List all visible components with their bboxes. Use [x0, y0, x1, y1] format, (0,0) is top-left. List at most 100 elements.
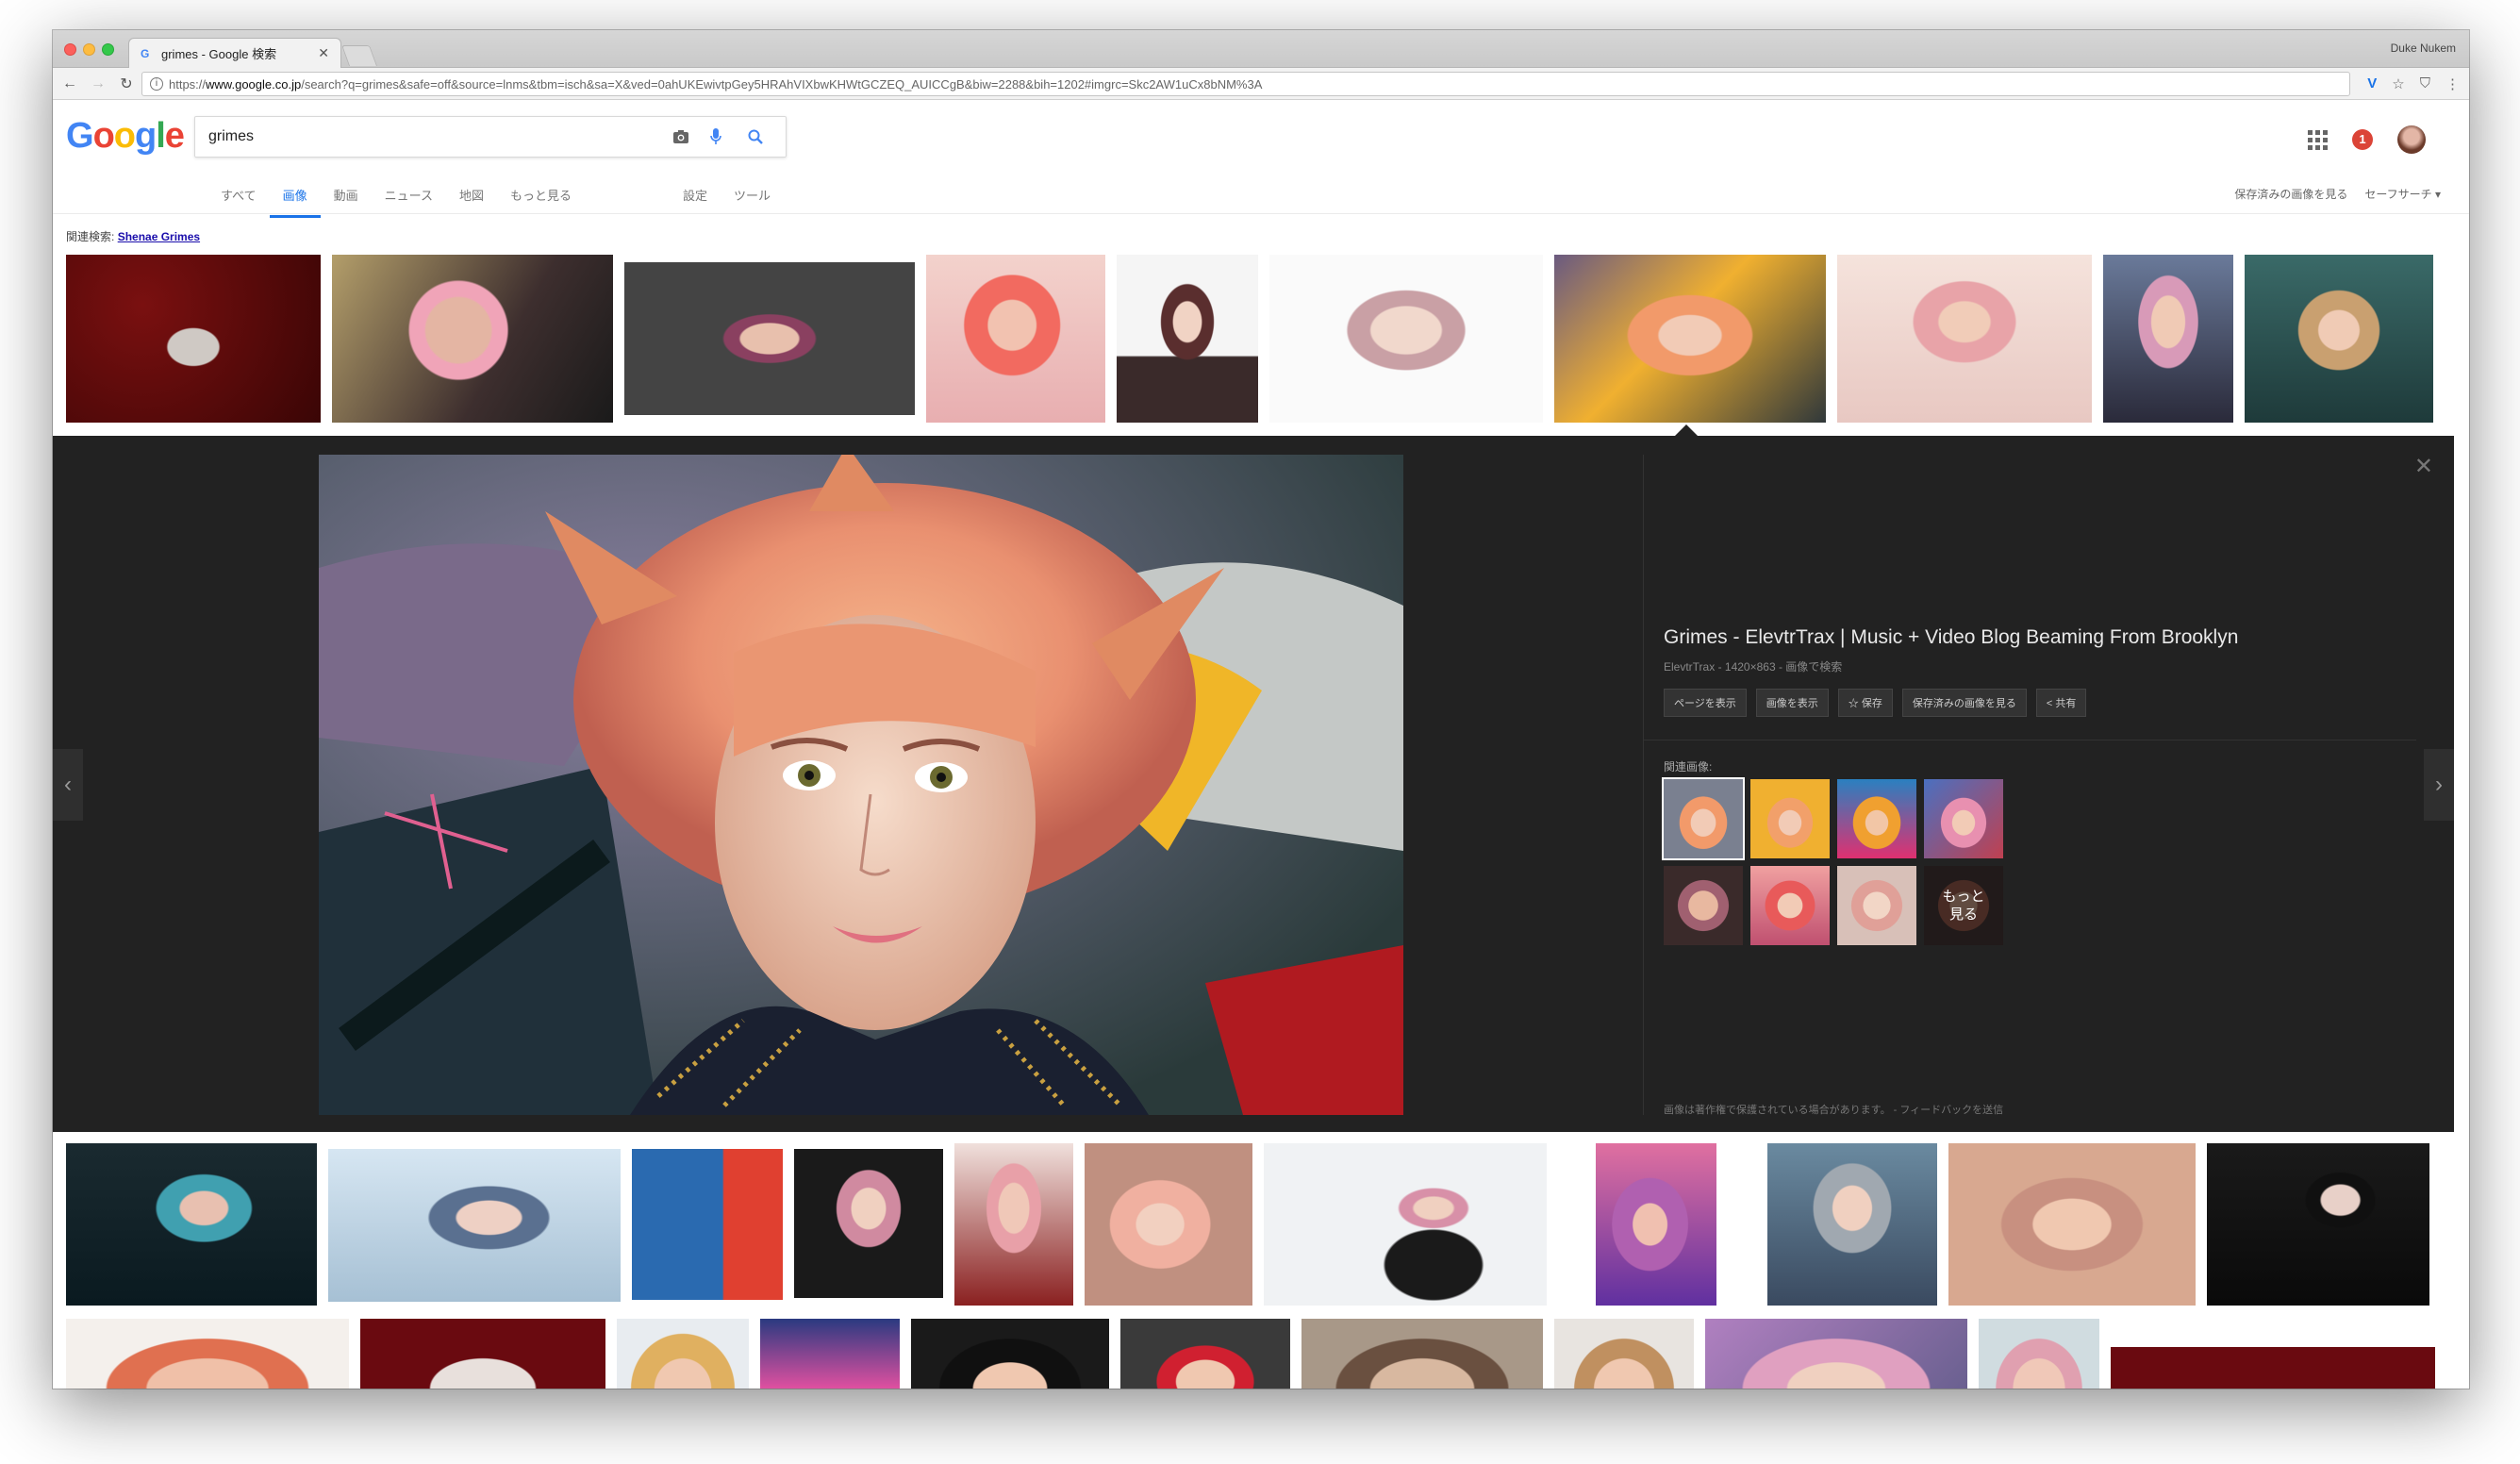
profile-name[interactable]: Duke Nukem	[2391, 42, 2456, 55]
v-extension-icon[interactable]: V	[2367, 75, 2377, 92]
image-thumbnail[interactable]	[1269, 255, 1543, 423]
preview-image[interactable]	[319, 455, 1403, 1115]
image-thumbnail[interactable]	[954, 1143, 1073, 1306]
related-image[interactable]	[1750, 779, 1830, 858]
google-header: Google grimes 1 すべて 画像 動画 ニュース 地図 もっと見る	[53, 101, 2469, 218]
image-title-link[interactable]: Grimes - ElevtrTrax | Music + Video Blog…	[1664, 626, 2238, 649]
camera-icon[interactable]	[672, 129, 710, 144]
tab-maps[interactable]: 地図	[446, 178, 497, 218]
url-path: /search?q=grimes&safe=off&source=lnms&tb…	[301, 76, 1263, 92]
related-images-grid: もっと 見る	[1662, 777, 2003, 945]
notification-badge[interactable]: 1	[2352, 129, 2373, 150]
previous-image-arrow-icon[interactable]: ‹	[53, 749, 83, 821]
google-logo[interactable]: Google	[66, 116, 185, 157]
close-tab-icon[interactable]: ✕	[318, 45, 329, 61]
tab-more[interactable]: もっと見る	[497, 178, 585, 218]
related-image[interactable]	[1837, 779, 1916, 858]
image-thumbnail[interactable]	[1948, 1143, 2196, 1306]
saved-images-link[interactable]: 保存済みの画像を見る	[2234, 186, 2347, 202]
viewer-action-buttons: ページを表示 画像を表示 ☆ 保存 保存済みの画像を見る < 共有	[1664, 689, 2087, 717]
browser-window: G grimes - Google 検索 ✕ Duke Nukem ← → ↻ …	[53, 30, 2469, 1389]
browser-toolbar: ← → ↻ i https://www.google.co.jp/search?…	[53, 68, 2469, 100]
new-tab-button[interactable]	[340, 45, 378, 66]
image-thumbnail[interactable]	[1979, 1319, 2099, 1389]
image-thumbnail[interactable]	[1705, 1319, 1967, 1389]
reload-icon[interactable]: ↻	[115, 75, 138, 93]
image-thumbnail[interactable]	[1596, 1143, 1716, 1306]
microphone-icon[interactable]	[710, 128, 748, 145]
search-input[interactable]: grimes	[194, 116, 787, 158]
image-thumbnail[interactable]	[632, 1149, 783, 1300]
back-arrow-icon[interactable]: ←	[58, 75, 81, 92]
apps-grid-icon[interactable]	[2308, 129, 2328, 150]
view-saved-button[interactable]: 保存済みの画像を見る	[1901, 689, 2027, 717]
zoom-window-button[interactable]	[102, 43, 114, 56]
info-icon[interactable]: i	[150, 77, 163, 91]
tab-images[interactable]: 画像	[269, 178, 321, 218]
avatar[interactable]	[2397, 125, 2426, 154]
image-thumbnail[interactable]	[66, 255, 321, 423]
google-favicon-icon: G	[141, 46, 150, 60]
related-more-button[interactable]: もっと 見る	[1924, 866, 2003, 945]
menu-icon[interactable]: ⋮	[2445, 75, 2460, 92]
tab-all[interactable]: すべて	[207, 178, 270, 218]
related-image[interactable]	[1924, 779, 2003, 858]
tab-videos[interactable]: 動画	[321, 178, 372, 218]
more-label-2: 見る	[1948, 907, 1978, 923]
thumbnail-row-3	[66, 1319, 2435, 1389]
image-thumbnail[interactable]	[1117, 255, 1258, 423]
close-icon[interactable]: ✕	[2414, 453, 2433, 480]
share-button[interactable]: < 共有	[2035, 689, 2087, 717]
save-button[interactable]: ☆ 保存	[1837, 689, 1893, 717]
image-source-info[interactable]: ElevtrTrax - 1420×863 - 画像で検索	[1664, 658, 1842, 674]
tab-title: grimes - Google 検索	[161, 47, 277, 61]
image-thumbnail[interactable]	[794, 1149, 943, 1298]
search-value: grimes	[208, 128, 255, 144]
close-window-button[interactable]	[64, 43, 76, 56]
image-thumbnail[interactable]	[1767, 1143, 1937, 1306]
search-tabs: すべて 画像 動画 ニュース 地図 もっと見る 設定 ツール	[207, 178, 784, 218]
image-thumbnail[interactable]	[911, 1319, 1109, 1389]
image-thumbnail[interactable]	[926, 255, 1105, 423]
related-image[interactable]	[1662, 777, 1745, 860]
image-thumbnail[interactable]	[2245, 255, 2433, 423]
tab-settings[interactable]: 設定	[670, 178, 721, 218]
view-page-button[interactable]: ページを表示	[1664, 689, 1747, 717]
next-image-arrow-icon[interactable]: ›	[2424, 749, 2454, 821]
image-thumbnail[interactable]	[624, 262, 915, 415]
safesearch-dropdown[interactable]: セーフサーチ ▾	[2364, 186, 2441, 202]
star-icon[interactable]: ☆	[2392, 75, 2404, 92]
image-thumbnail[interactable]	[66, 1143, 317, 1306]
image-thumbnail[interactable]	[1120, 1319, 1290, 1389]
image-thumbnail[interactable]	[2207, 1143, 2429, 1306]
tab-tools[interactable]: ツール	[721, 178, 784, 218]
image-thumbnail[interactable]	[328, 1149, 621, 1302]
browser-tab[interactable]: G grimes - Google 検索 ✕	[128, 38, 341, 68]
image-thumbnail[interactable]	[1301, 1319, 1543, 1389]
related-image[interactable]	[1750, 866, 1830, 945]
related-searches: 関連検索: Shenae Grimes	[66, 228, 200, 244]
address-bar[interactable]: i https://www.google.co.jp/search?q=grim…	[141, 72, 2350, 96]
image-thumbnail[interactable]	[66, 1319, 349, 1389]
image-thumbnail[interactable]	[360, 1319, 605, 1389]
image-thumbnail[interactable]	[2103, 255, 2233, 423]
image-thumbnail[interactable]	[1837, 255, 2092, 423]
copyright-note[interactable]: 画像は著作権で保護されている場合があります。 - フィードバックを送信	[1664, 1102, 2003, 1117]
image-thumbnail[interactable]	[1085, 1143, 1252, 1306]
image-thumbnail[interactable]	[760, 1319, 900, 1389]
image-thumbnail[interactable]	[1554, 1319, 1694, 1389]
shield-icon[interactable]: ⛉	[2420, 75, 2430, 92]
related-image[interactable]	[1837, 866, 1916, 945]
forward-arrow-icon[interactable]: →	[87, 75, 109, 92]
image-thumbnail[interactable]	[332, 255, 613, 423]
search-icon[interactable]	[748, 129, 786, 144]
minimize-window-button[interactable]	[83, 43, 95, 56]
view-image-button[interactable]: 画像を表示	[1755, 689, 1829, 717]
related-image[interactable]	[1664, 866, 1743, 945]
tab-news[interactable]: ニュース	[372, 178, 446, 218]
image-thumbnail[interactable]	[2111, 1347, 2435, 1389]
image-thumbnail[interactable]	[617, 1319, 749, 1389]
image-thumbnail[interactable]	[1264, 1143, 1547, 1306]
image-thumbnail-selected[interactable]	[1551, 252, 1829, 425]
related-link[interactable]: Shenae Grimes	[118, 230, 200, 243]
